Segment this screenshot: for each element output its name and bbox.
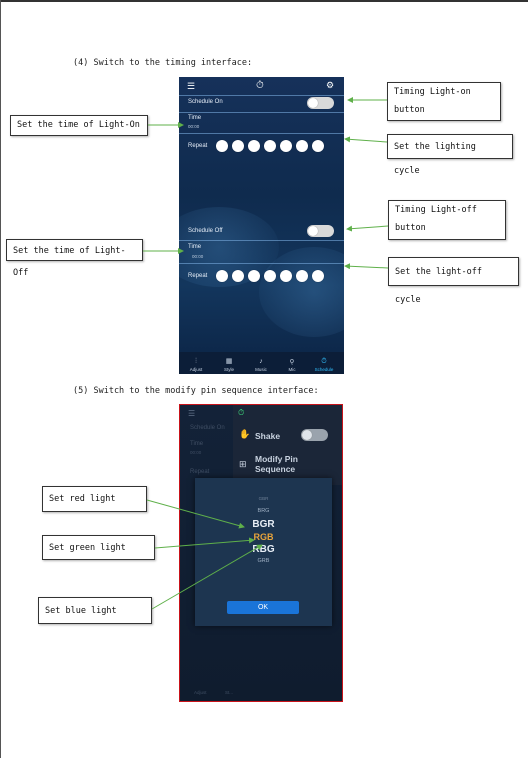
schedule-off-label: Schedule Off [188, 228, 223, 234]
shake-icon: ✋ [239, 429, 251, 439]
time-value-on[interactable]: 00:00 [188, 124, 199, 129]
callout-lighting-cycle: Set the lighting cycle [387, 134, 513, 176]
pin-sequence-icon: ⊞ [239, 459, 247, 469]
picker-option[interactable]: GRB [195, 558, 332, 564]
picker-option[interactable]: GBR [195, 496, 332, 501]
repeat-day-on-1[interactable] [216, 140, 228, 152]
bg-repeat: Repeat [190, 469, 210, 475]
menu-icon[interactable]: ☰ [187, 81, 195, 92]
sliders-icon: ⫶ [195, 358, 197, 365]
bg-time: Time [190, 441, 204, 447]
arrow-cycle-off [344, 263, 389, 270]
timing-phone-screenshot: ☰ ⏱ ⚙ Schedule On Time 00:00 Repeat Sche… [179, 77, 344, 374]
repeat-day-on-7[interactable] [312, 140, 324, 152]
schedule-on-label: Schedule On [188, 99, 223, 105]
repeat-day-off-1[interactable] [216, 270, 228, 282]
picker-option[interactable]: BGR [195, 519, 332, 530]
callout-time-light-off: Set the time of Light-Off [6, 239, 143, 278]
section-5-heading: (5) Switch to the modify pin sequence in… [73, 386, 319, 396]
callout-green-light: Set green light [42, 535, 155, 560]
page-left-border [0, 0, 1, 758]
repeat-day-off-6[interactable] [296, 270, 308, 282]
picker-selected-option[interactable]: RGB [195, 532, 332, 542]
bg-time-value: 00:00 [190, 450, 202, 455]
phone-top-bar: ☰ ⏱ ⚙ [179, 77, 344, 95]
grid-icon: ▦ [225, 358, 233, 365]
nav-style[interactable]: ▦ Style [216, 357, 242, 372]
schedule-off-toggle[interactable] [307, 225, 334, 237]
section-4-heading: (4) Switch to the timing interface: [73, 58, 253, 68]
callout-light-off-cycle: Set the light-off cycle [388, 257, 519, 305]
callout-red-light: Set red light [42, 486, 147, 512]
arrow-cycle-on [344, 136, 388, 143]
bg-schedule-on: Schedule On [190, 425, 225, 431]
music-note-icon: ♪ [259, 358, 263, 365]
ok-button[interactable]: OK [227, 601, 299, 614]
repeat-day-on-4[interactable] [264, 140, 276, 152]
repeat-day-on-2[interactable] [232, 140, 244, 152]
time-label-off: Time [188, 244, 202, 250]
nav-music[interactable]: ♪ Music [248, 357, 274, 372]
picker-option[interactable]: BRG [195, 508, 332, 514]
page-top-border [0, 0, 528, 2]
microphone-icon: ǫ [290, 358, 294, 365]
repeat-day-off-2[interactable] [232, 270, 244, 282]
picker-option[interactable]: RBG [195, 544, 332, 555]
timer-icon: ⏱ [238, 408, 245, 417]
time-value-off[interactable]: 00:00 [192, 254, 203, 259]
time-label-on: Time [188, 115, 202, 121]
repeat-day-off-3[interactable] [248, 270, 260, 282]
timer-icon[interactable]: ⏱ [256, 80, 264, 91]
schedule-on-toggle[interactable] [307, 97, 334, 109]
repeat-label-off: Repeat [188, 273, 208, 279]
repeat-label-on: Repeat [188, 143, 208, 149]
repeat-day-on-6[interactable] [296, 140, 308, 152]
callout-timing-off-button: Timing Light-off button [388, 200, 506, 240]
bg-nav-style: St... [225, 690, 234, 695]
modify-pin-label-1[interactable]: Modify Pin [255, 454, 298, 464]
shake-toggle[interactable] [301, 429, 328, 441]
repeat-day-off-4[interactable] [264, 270, 276, 282]
menu-icon: ☰ [188, 409, 196, 418]
repeat-day-on-3[interactable] [248, 140, 260, 152]
callout-timing-on-button: Timing Light-on button [387, 82, 501, 121]
gear-icon[interactable]: ⚙ [326, 80, 334, 91]
nav-mic[interactable]: ǫ Mic [279, 357, 305, 372]
modify-pin-label-2[interactable]: Sequence [255, 464, 295, 474]
nav-schedule[interactable]: ⏱ Schedule [311, 357, 337, 372]
arrow-timing-off [346, 225, 389, 232]
callout-time-light-on: Set the time of Light-On [10, 115, 148, 136]
repeat-day-off-7[interactable] [312, 270, 324, 282]
bottom-nav: ⫶ Adjust ▦ Style ♪ Music ǫ Mic ⏱ Schedule [179, 352, 344, 374]
callout-blue-light: Set blue light [38, 597, 152, 624]
repeat-day-on-5[interactable] [280, 140, 292, 152]
bg-nav-adjust: Adjust [194, 690, 207, 695]
timer-icon: ⏱ [321, 358, 327, 365]
nav-adjust[interactable]: ⫶ Adjust [183, 357, 209, 372]
pin-sequence-phone-screenshot: ☰ Schedule On Time 00:00 Repeat ⏱ ✋ Shak… [179, 404, 343, 702]
repeat-day-off-5[interactable] [280, 270, 292, 282]
shake-label: Shake [255, 431, 281, 441]
pin-sequence-dialog: GBR BRG BGR RGB RBG GRB OK [195, 478, 332, 626]
side-menu-panel: ⏱ ✋ Shake ⊞ Modify Pin Sequence [233, 405, 342, 485]
